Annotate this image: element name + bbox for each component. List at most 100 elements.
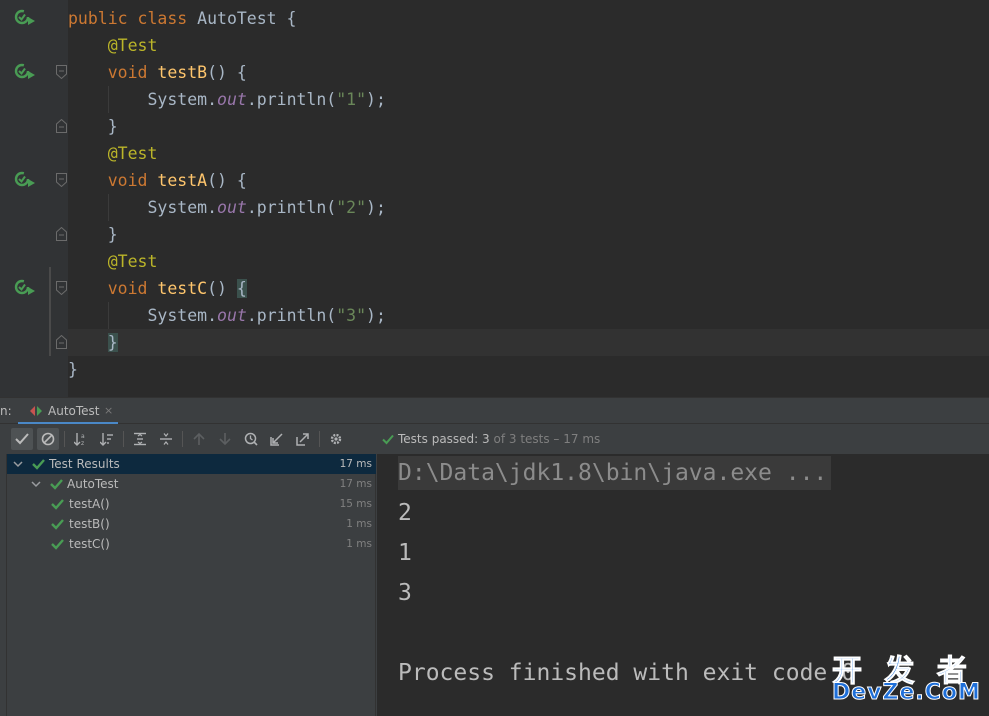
run-test-gutter-icon[interactable] <box>14 8 36 28</box>
code-line[interactable]: void testC() { <box>0 275 989 302</box>
code-token: out <box>217 198 247 217</box>
test-history-icon[interactable] <box>240 428 262 450</box>
previous-failed-icon[interactable] <box>188 428 210 450</box>
unfold-icon[interactable] <box>56 119 67 133</box>
console-output-line: Process finished with exit code 0 <box>398 660 855 686</box>
code-token: } <box>68 117 118 136</box>
tree-row[interactable]: testB() 1 ms <box>7 514 376 534</box>
code-token: void <box>107 279 158 298</box>
code-token: () { <box>207 171 247 190</box>
test-results-tree[interactable]: Test Results 17 ms AutoTest 17 ms testA() 15 … <box>7 454 376 716</box>
code-token: () <box>207 279 237 298</box>
code-token: } <box>68 360 78 379</box>
code-line[interactable]: public class AutoTest { <box>0 5 989 32</box>
code-line[interactable]: } <box>0 356 989 383</box>
code-line[interactable]: @Test <box>0 248 989 275</box>
code-text: @Test <box>68 140 158 167</box>
run-test-gutter-icon[interactable] <box>14 278 36 298</box>
run-test-gutter-icon[interactable] <box>14 170 36 190</box>
toolbar-separator <box>64 431 65 447</box>
code-text: void testB() { <box>68 59 247 86</box>
tree-row-label: AutoTest <box>67 477 119 491</box>
svg-text:a: a <box>81 433 85 440</box>
unfold-icon[interactable] <box>56 227 67 241</box>
code-line[interactable]: @Test <box>0 32 989 59</box>
settings-icon[interactable] <box>325 428 347 450</box>
expand-all-icon[interactable] <box>129 428 151 450</box>
show-passed-icon[interactable] <box>11 428 33 450</box>
code-text: public class AutoTest { <box>68 5 296 32</box>
code-line[interactable]: void testB() { <box>0 59 989 86</box>
sort-alphabetically-icon[interactable]: az <box>70 428 92 450</box>
code-token: out <box>217 306 247 325</box>
code-line[interactable]: @Test <box>0 140 989 167</box>
console-output-line: 2 <box>398 500 412 526</box>
code-line[interactable]: } <box>0 329 989 356</box>
tree-row[interactable]: testA() 15 ms <box>7 494 376 514</box>
code-text: System.out.println("1"); <box>68 86 386 113</box>
junit-run-icon <box>30 406 42 416</box>
run-test-gutter-icon[interactable] <box>14 62 36 82</box>
import-tests-icon[interactable] <box>266 428 288 450</box>
code-line[interactable]: System.out.println("2"); <box>0 194 989 221</box>
tree-row-label: testB() <box>69 517 110 531</box>
next-failed-icon[interactable] <box>214 428 236 450</box>
code-token: @Test <box>107 252 158 271</box>
indent-guide <box>108 194 109 221</box>
code-token: } <box>107 333 118 352</box>
svg-text:z: z <box>81 440 84 446</box>
code-token: void <box>107 63 158 82</box>
toolbar-separator <box>182 431 183 447</box>
sort-by-duration-icon[interactable] <box>96 428 118 450</box>
tab-autotest[interactable]: AutoTest × <box>18 398 118 425</box>
code-token: "1" <box>336 90 367 109</box>
code-token: ); <box>366 90 386 109</box>
code-text: } <box>68 356 78 383</box>
tree-row-label: testA() <box>69 497 110 511</box>
console-output-line: 3 <box>398 580 412 606</box>
fold-icon[interactable] <box>56 173 67 187</box>
code-line[interactable]: System.out.println("1"); <box>0 86 989 113</box>
code-token: public class <box>68 9 198 28</box>
code-token: System. <box>68 306 218 325</box>
fold-icon[interactable] <box>56 281 67 295</box>
chevron-down-icon[interactable] <box>30 478 42 490</box>
code-text: void testC() { <box>68 275 247 302</box>
code-text: System.out.println("3"); <box>68 302 386 329</box>
code-line[interactable]: } <box>0 221 989 248</box>
code-token: "3" <box>336 306 367 325</box>
site-watermark: 开 发 者 DevZe.CoM <box>832 646 989 716</box>
code-editor[interactable]: public class AutoTest { @Test void testB… <box>0 0 989 397</box>
tree-row[interactable]: AutoTest 17 ms <box>7 474 376 494</box>
console-output-line: 1 <box>398 540 412 566</box>
code-line[interactable]: } <box>0 113 989 140</box>
chevron-down-icon[interactable] <box>12 458 24 470</box>
code-token: @Test <box>107 144 158 163</box>
unfold-icon[interactable] <box>56 335 67 349</box>
check-icon <box>382 434 394 445</box>
code-token: void <box>107 171 158 190</box>
show-ignored-icon[interactable] <box>37 428 59 450</box>
code-token: } <box>68 225 118 244</box>
check-icon <box>32 459 45 470</box>
tree-row[interactable]: testC() 1 ms <box>7 534 376 554</box>
export-tests-icon[interactable] <box>292 428 314 450</box>
tree-row[interactable]: Test Results 17 ms <box>7 454 376 474</box>
code-text: void testA() { <box>68 167 247 194</box>
code-text: } <box>68 113 118 140</box>
code-token: "2" <box>336 198 367 217</box>
close-icon[interactable]: × <box>104 398 113 424</box>
code-token: ); <box>366 306 386 325</box>
code-line[interactable]: System.out.println("3"); <box>0 302 989 329</box>
console-command-line: D:\Data\jdk1.8\bin\java.exe ... <box>398 456 832 490</box>
code-token: @Test <box>107 36 158 55</box>
code-line[interactable]: void testA() { <box>0 167 989 194</box>
code-text: @Test <box>68 32 158 59</box>
test-runner-toolbar: az Tests passed: 3 of 3 tests – 17 ms <box>0 424 989 454</box>
collapse-all-icon[interactable] <box>155 428 177 450</box>
fold-icon[interactable] <box>56 65 67 79</box>
watermark-en: DevZe.CoM <box>832 680 981 706</box>
code-text: } <box>68 221 118 248</box>
